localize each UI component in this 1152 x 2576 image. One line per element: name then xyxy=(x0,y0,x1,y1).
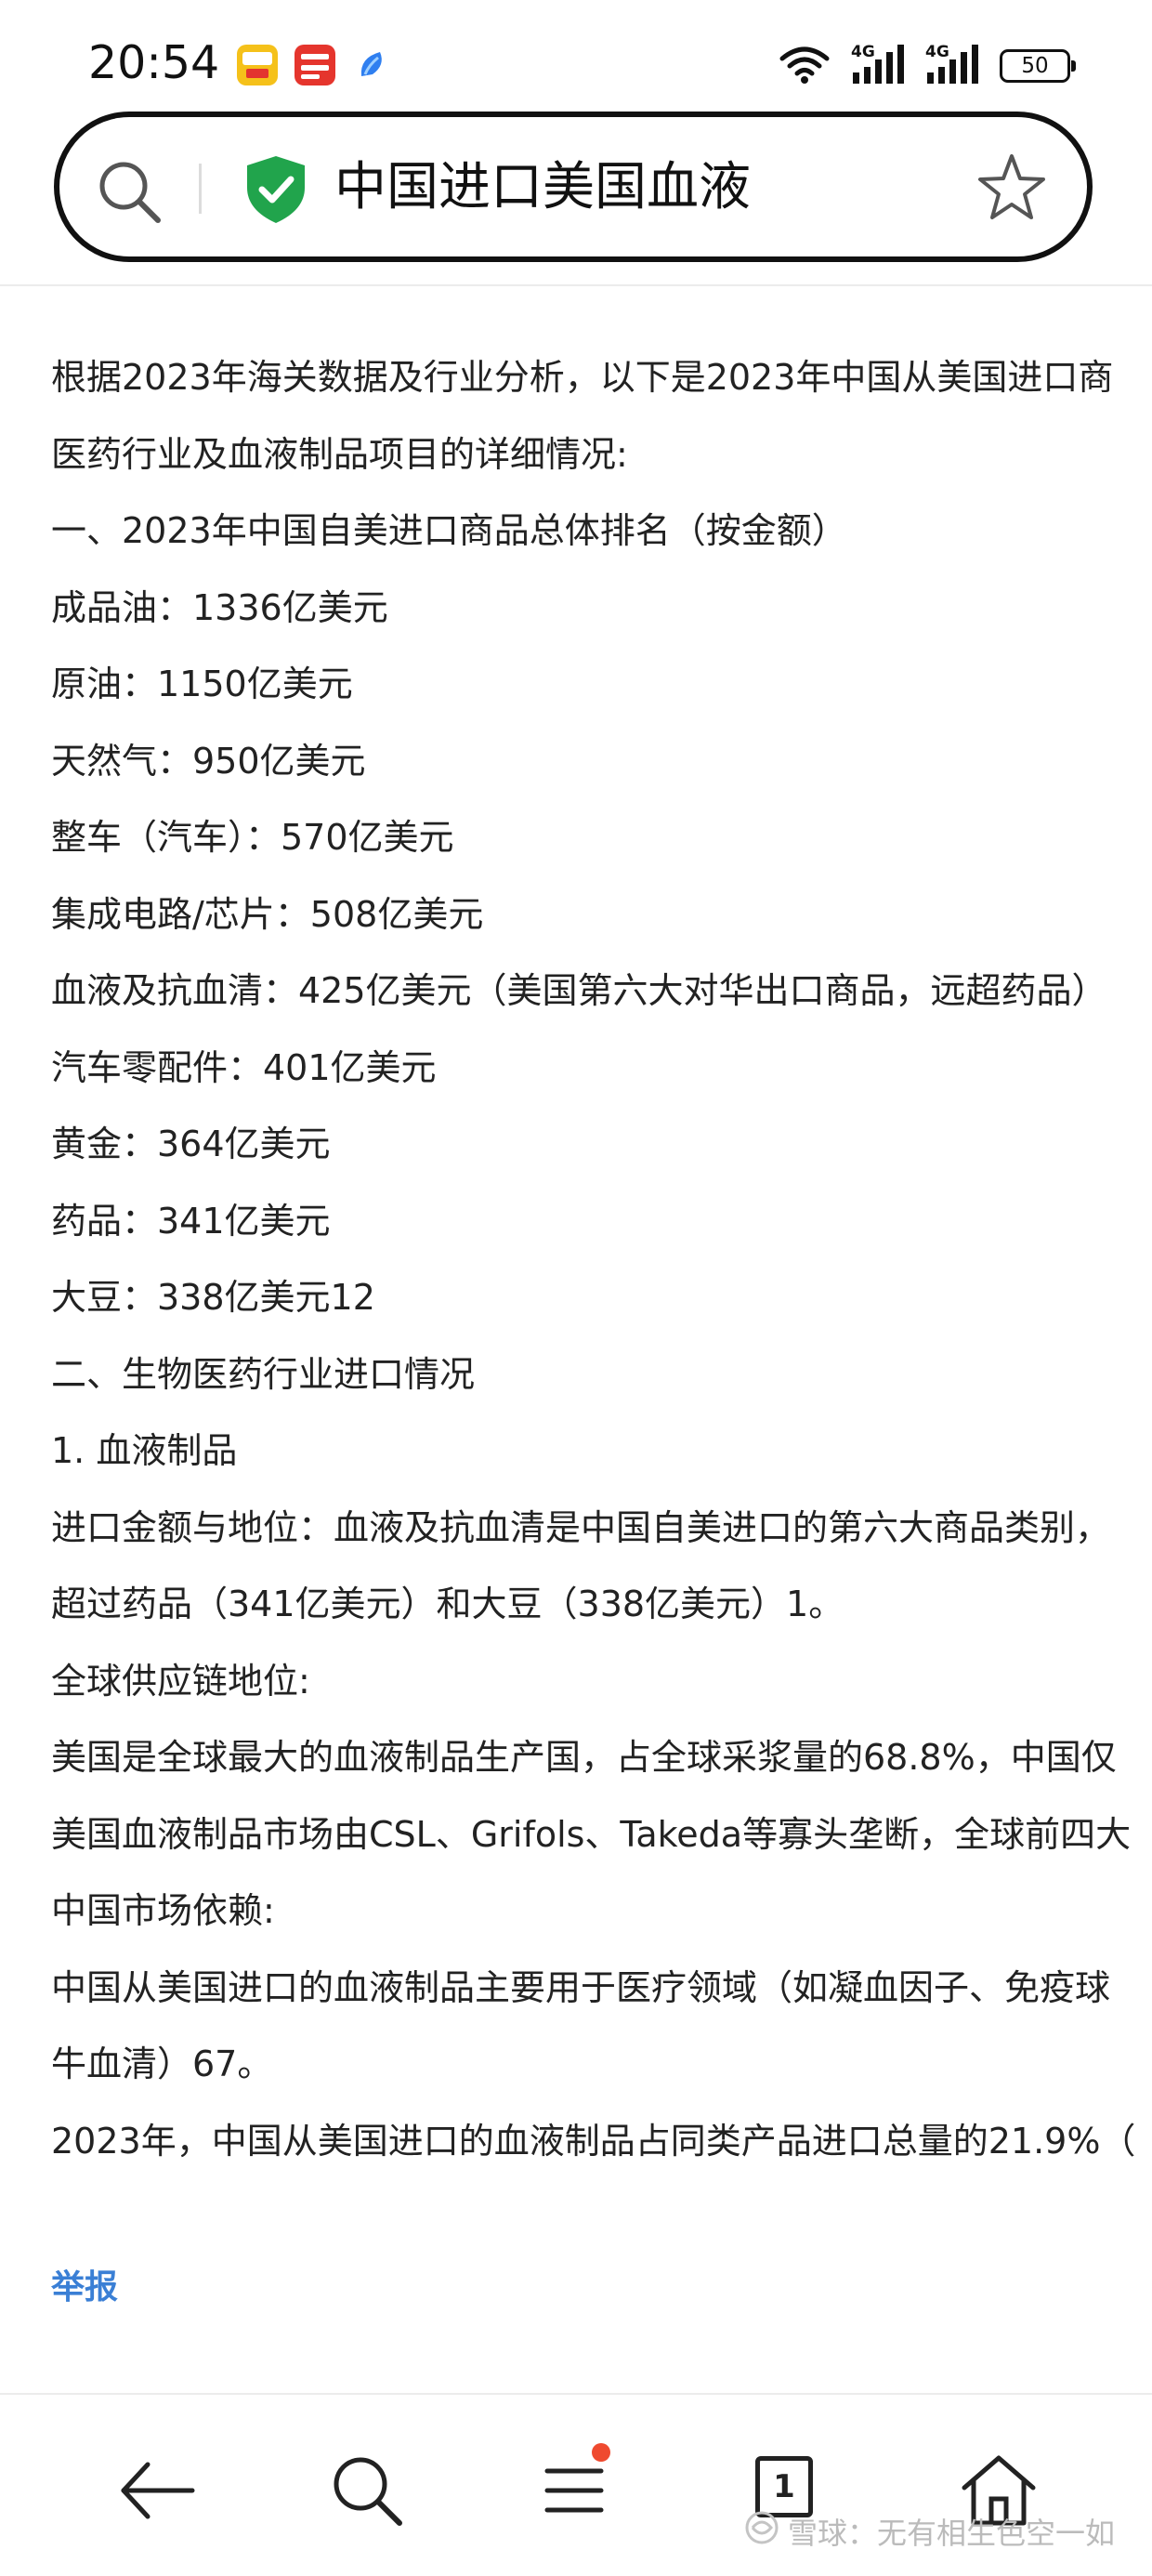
menu-button[interactable] xyxy=(534,2443,618,2532)
content-line: 整车（汽车）：570亿美元 xyxy=(51,817,454,858)
subsection-heading: 1. 血液制品 xyxy=(51,1430,238,1471)
content-line: 血液及抗血清：425亿美元（美国第六大对华出口商品，远超药品） xyxy=(51,970,1107,1011)
status-time: 20:54 xyxy=(88,36,220,89)
content-line: 黄金：364亿美元 xyxy=(51,1124,331,1164)
content-line: 全球供应链地位: xyxy=(51,1660,310,1702)
battery-icon: 50 xyxy=(1000,49,1076,83)
bookmark-star-icon[interactable] xyxy=(975,151,1049,229)
search-icon xyxy=(334,2457,402,2526)
header-divider xyxy=(0,284,1152,286)
content-line: 2023年，中国从美国进口的血液制品占同类产品进口总量的21.9%（ xyxy=(51,2120,1136,2162)
content-line: 中国市场依赖: xyxy=(51,1890,275,1931)
search-nav-button[interactable] xyxy=(325,2449,409,2532)
content-line: 医药行业及血液制品项目的详细情况: xyxy=(51,433,628,475)
watermark: 雪球：无有相生色空一如 xyxy=(743,2509,1115,2554)
content-line: 美国血液制品市场由CSL、Grifols、Takeda等寡头垄断，全球前四大 xyxy=(51,1813,1132,1855)
status-bar: 20:54 4G 4G 50 xyxy=(0,0,1152,108)
content-line: 牛血清）67。 xyxy=(51,2044,273,2084)
notification-icons xyxy=(237,45,393,85)
search-divider xyxy=(199,164,202,214)
battery-level: 50 xyxy=(1021,54,1049,78)
menu-icon xyxy=(544,2468,604,2513)
signal-icon-2: 4G xyxy=(925,43,979,87)
content-line: 药品：341亿美元 xyxy=(51,1200,331,1242)
content-line: 集成电路/芯片：508亿美元 xyxy=(51,893,484,935)
back-arrow-icon xyxy=(121,2462,195,2519)
content-line: 原油：1150亿美元 xyxy=(51,664,353,704)
snowball-logo-icon xyxy=(743,2509,780,2554)
report-link[interactable]: 举报 xyxy=(51,2260,118,2308)
search-query-text[interactable]: 中国进口美国血液 xyxy=(334,155,751,220)
watermark-text: 雪球：无有相生色空一如 xyxy=(787,2516,1115,2551)
app-notification-icon-2 xyxy=(295,45,335,85)
signal-icon-1: 4G xyxy=(851,43,905,87)
wifi-icon xyxy=(779,44,831,88)
article-content: 根据2023年海关数据及行业分析，以下是2023年中国从美国进口商 医药行业及血… xyxy=(51,339,1152,2179)
notification-dot xyxy=(592,2443,610,2462)
search-bar[interactable]: 中国进口美国血液 xyxy=(54,112,1093,262)
back-button[interactable] xyxy=(116,2449,200,2532)
content-line: 大豆：338亿美元12 xyxy=(51,1277,375,1318)
security-shield-icon xyxy=(243,154,308,229)
search-icon[interactable] xyxy=(95,157,165,231)
content-line: 成品油：1336亿美元 xyxy=(51,586,388,628)
content-line: 超过药品（341亿美元）和大豆（338亿美元）1。 xyxy=(51,1584,844,1624)
content-line: 汽车零配件：401亿美元 xyxy=(51,1046,437,1088)
content-line: 天然气：950亿美元 xyxy=(51,740,366,782)
content-line: 美国是全球最大的血液制品生产国，占全球采浆量的68.8%，中国仅 xyxy=(51,1737,1117,1778)
content-line: 根据2023年海关数据及行业分析，以下是2023年中国从美国进口商 xyxy=(51,357,1114,398)
content-line: 进口金额与地位：血液及抗血清是中国自美进口的第六大商品类别， xyxy=(51,1506,1111,1548)
content-line: 中国从美国进口的血液制品主要用于医疗领域（如凝血因子、免疫球 xyxy=(51,1966,1111,2008)
tab-count: 1 xyxy=(773,2468,795,2505)
app-notification-icon-3 xyxy=(352,45,393,85)
app-notification-icon-1 xyxy=(237,45,278,85)
section-heading: 一、2023年中国自美进口商品总体排名（按金额） xyxy=(51,510,847,551)
status-indicators: 4G 4G 50 xyxy=(779,43,1076,89)
section-heading: 二、生物医药行业进口情况 xyxy=(51,1353,476,1395)
